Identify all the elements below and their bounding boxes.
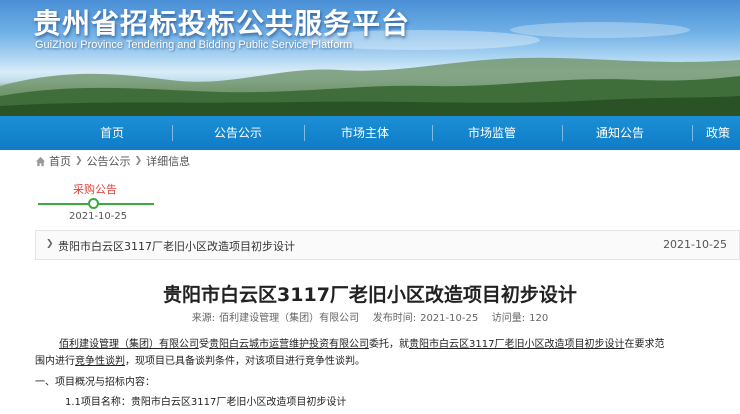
- notice-item-bar[interactable]: ❯ 贵阳市白云区3117厂老旧小区改造项目初步设计 2021-10-25: [35, 230, 740, 260]
- meta-views-label: 访问量:: [491, 313, 526, 324]
- chevron-right-icon: ❯: [46, 239, 54, 249]
- project-name: 贵阳市白云区3117厂老旧小区改造项目初步设计: [409, 339, 625, 350]
- nav-item-home[interactable]: 首页: [72, 116, 152, 150]
- meta-views: 120: [529, 313, 549, 324]
- body-text: 在要求范: [624, 339, 665, 350]
- nav-item-notices[interactable]: 通知公告: [575, 116, 665, 150]
- body-text: 围内进行: [35, 356, 75, 367]
- timeline-stage-label[interactable]: 采购公告: [73, 181, 117, 197]
- field-value: 贵阳市白云区3117厂老旧小区改造项目初步设计: [130, 397, 347, 408]
- section-heading: 一、项目概况与招标内容：: [35, 377, 155, 388]
- article-paragraph-cont: 围内进行竞争性谈判，现项目已具备谈判条件，对该项目进行竞争性谈判。: [35, 353, 725, 370]
- project-name-line: 1.1项目名称：贵阳市白云区3117厂老旧小区改造项目初步设计: [65, 394, 740, 411]
- field-label: 1.1项目名称：: [65, 397, 131, 408]
- meta-time-label: 发布时间:: [372, 313, 417, 324]
- timeline-dot: [88, 198, 99, 209]
- agency-name: 佰利建设管理（集团）有限公司: [59, 339, 199, 350]
- meta-source-label: 来源:: [191, 313, 216, 324]
- site-title: 贵州省招标投标公共服务平台: [33, 7, 411, 40]
- nav-divider: [172, 125, 173, 141]
- notice-item-date: 2021-10-25: [663, 238, 727, 251]
- nav-divider: [692, 125, 693, 141]
- home-icon: [35, 156, 46, 166]
- body-text: 受: [199, 339, 209, 350]
- nav-item-announcements[interactable]: 公告公示: [193, 116, 283, 150]
- breadcrumb-detail: 详细信息: [146, 155, 191, 168]
- article-title: 贵阳市白云区3117厂老旧小区改造项目初步设计: [163, 284, 577, 306]
- meta-time: 2021-10-25: [420, 313, 479, 324]
- nav-divider: [562, 125, 563, 141]
- procurement-method: 竞争性谈判: [75, 356, 125, 367]
- nav-item-policy[interactable]: 政策: [706, 116, 740, 150]
- nav-item-market-entities[interactable]: 市场主体: [320, 116, 410, 150]
- article-meta: 来源: 佰利建设管理（集团）有限公司 发布时间: 2021-10-25 访问量: 12…: [0, 309, 740, 324]
- breadcrumb-home[interactable]: 首页: [49, 153, 71, 169]
- nav-item-market-supervision[interactable]: 市场监管: [447, 116, 537, 150]
- client-name: 贵阳白云城市运营维护投资有限公司: [209, 339, 369, 350]
- chevron-right-icon: ❯: [75, 156, 83, 166]
- header-banner: 贵州省招标投标公共服务平台 GuiZhou Province Tendering…: [0, 0, 740, 116]
- timeline-date: 2021-10-25: [69, 211, 128, 222]
- breadcrumb: 首页 ❯ 公告公示 ❯ 详细信息: [35, 152, 190, 170]
- meta-source: 佰利建设管理（集团）有限公司: [219, 313, 360, 324]
- article-paragraph: 佰利建设管理（集团）有限公司受贵阳白云城市运营维护投资有限公司委托，就贵阳市白云…: [35, 336, 725, 353]
- site-subtitle: GuiZhou Province Tendering and Bidding P…: [35, 39, 353, 51]
- body-text: 委托，就: [369, 339, 409, 350]
- breadcrumb-announcements[interactable]: 公告公示: [87, 153, 131, 169]
- chevron-right-icon: ❯: [134, 156, 143, 166]
- notice-item-title[interactable]: 贵阳市白云区3117厂老旧小区改造项目初步设计: [58, 238, 295, 254]
- nav-divider: [304, 125, 305, 141]
- body-text: ，现项目已具备谈判条件，对该项目进行竞争性谈判。: [125, 356, 365, 367]
- main-nav: 首页 公告公示 市场主体 市场监管 通知公告 政策: [0, 116, 740, 150]
- nav-divider: [432, 125, 433, 141]
